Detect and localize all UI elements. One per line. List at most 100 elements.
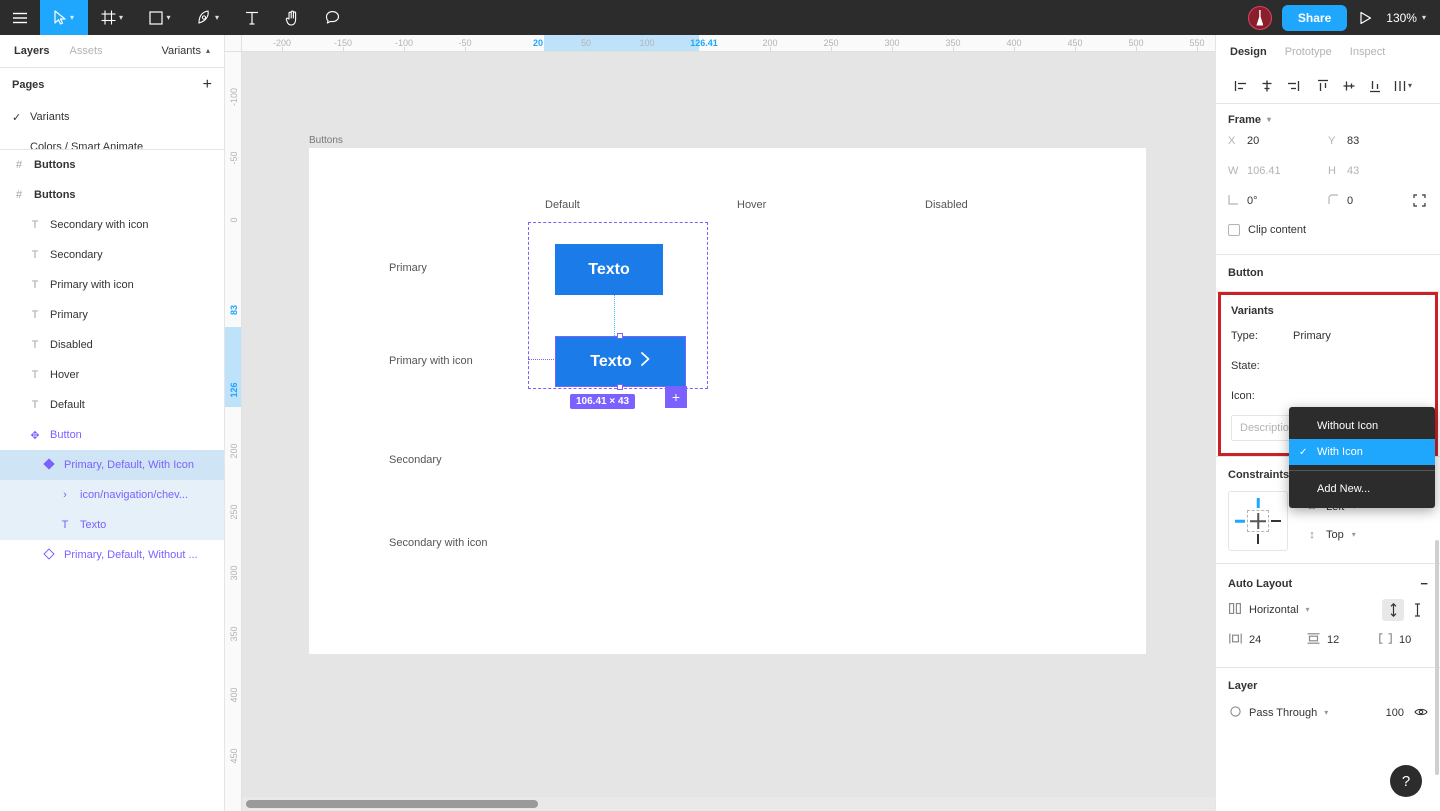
- variants-page-selector[interactable]: Variants ▴: [161, 45, 210, 57]
- layer-label: Secondary with icon: [50, 219, 149, 231]
- distribute-icon[interactable]: ▾: [1388, 73, 1418, 99]
- align-right-icon[interactable]: [1280, 73, 1306, 99]
- add-page-button[interactable]: +: [203, 77, 212, 93]
- layer-label: Button: [50, 429, 82, 441]
- layer-row-icon-navigation-chevron[interactable]: › icon/navigation/chev...: [0, 480, 224, 510]
- share-button[interactable]: Share: [1281, 4, 1348, 31]
- frame-tool[interactable]: ▾: [88, 0, 136, 35]
- text-tool[interactable]: [232, 0, 272, 35]
- page-item-variants[interactable]: ✓ Variants: [0, 102, 224, 132]
- clip-content-checkbox[interactable]: [1228, 224, 1240, 236]
- user-avatar[interactable]: [1247, 5, 1272, 30]
- auto-layout-spacing-row: 24 12 10: [1228, 625, 1428, 655]
- layer-row-texto[interactable]: T Texto: [0, 510, 224, 540]
- align-vertical-center-icon[interactable]: [1336, 73, 1362, 99]
- blend-mode-select[interactable]: Pass Through ▾: [1228, 706, 1328, 720]
- resize-handle-bottom[interactable]: [617, 384, 623, 390]
- align-left-icon[interactable]: [1228, 73, 1254, 99]
- layer-row-secondary[interactable]: T Secondary: [0, 240, 224, 270]
- layer-row-default[interactable]: T Default: [0, 390, 224, 420]
- y-field[interactable]: Y 83: [1328, 126, 1428, 156]
- clip-content-row[interactable]: Clip content: [1228, 216, 1428, 244]
- auto-layout-direction-select[interactable]: Horizontal ▾: [1228, 603, 1310, 617]
- present-button[interactable]: [1359, 11, 1372, 25]
- canvas-area[interactable]: Buttons Default Hover Disabled Primary P…: [225, 35, 1215, 811]
- pen-tool[interactable]: ▾: [184, 0, 232, 35]
- variant-icon-dropdown-menu[interactable]: Without Icon ✓ With Icon Add New...: [1289, 407, 1435, 508]
- buttons-frame[interactable]: Default Hover Disabled Primary Primary w…: [309, 148, 1146, 654]
- align-horizontal-center-icon[interactable]: [1254, 73, 1280, 99]
- layer-row-button-component-set[interactable]: ✥ Button: [0, 420, 224, 450]
- opacity-field[interactable]: 100: [1386, 707, 1428, 720]
- independent-corners-icon[interactable]: [1413, 194, 1426, 210]
- canvas-horizontal-scrollbar[interactable]: [242, 797, 1215, 811]
- resize-handle-top[interactable]: [617, 333, 623, 339]
- text-baseline-icon[interactable]: [1406, 599, 1428, 621]
- layer-row-secondary-with-icon[interactable]: T Secondary with icon: [0, 210, 224, 240]
- layer-row-buttons-1[interactable]: # Buttons: [0, 150, 224, 180]
- rotation-icon: [1228, 194, 1240, 208]
- shape-tool[interactable]: ▾: [136, 0, 184, 35]
- padding-vertical-field[interactable]: 12: [1306, 633, 1378, 647]
- visibility-eye-icon[interactable]: [1414, 707, 1428, 720]
- dropdown-item-with-icon[interactable]: ✓ With Icon: [1289, 439, 1435, 465]
- zoom-level-control[interactable]: 130% ▾: [1386, 11, 1426, 25]
- layer-row-primary-default-without-icon[interactable]: Primary, Default, Without ...: [0, 540, 224, 570]
- ruler-vertical[interactable]: -100 -50 0 83 126 200 250 300 350 400 45…: [225, 52, 242, 811]
- hamburger-menu-icon[interactable]: [0, 0, 40, 35]
- right-panel-scrollbar[interactable]: [1435, 540, 1439, 775]
- align-bottom-icon[interactable]: [1362, 73, 1388, 99]
- align-top-icon[interactable]: [1310, 73, 1336, 99]
- ruler-v-tick: 300: [229, 565, 239, 581]
- vertical-resize-icon[interactable]: [1382, 599, 1404, 621]
- vertical-padding-icon: [1306, 633, 1320, 647]
- tab-assets[interactable]: Assets: [69, 45, 102, 57]
- remove-auto-layout-button[interactable]: −: [1420, 576, 1428, 591]
- move-tool[interactable]: ▾: [40, 0, 88, 35]
- height-field[interactable]: H 43: [1328, 156, 1428, 186]
- padding-horizontal-field[interactable]: 24: [1228, 633, 1306, 647]
- layer-row-buttons-2[interactable]: # Buttons: [0, 180, 224, 210]
- x-field[interactable]: X 20: [1228, 126, 1328, 156]
- y-value: 83: [1347, 135, 1360, 147]
- tab-prototype[interactable]: Prototype: [1285, 46, 1332, 58]
- item-spacing-field[interactable]: 10: [1378, 633, 1411, 647]
- tab-inspect[interactable]: Inspect: [1350, 46, 1385, 58]
- rotation-field[interactable]: 0°: [1228, 186, 1328, 216]
- constraint-left-indicator: [1235, 519, 1245, 523]
- layer-row-primary-default-with-icon[interactable]: Primary, Default, With Icon: [0, 450, 224, 480]
- layer-row-disabled[interactable]: T Disabled: [0, 330, 224, 360]
- ruler-h-tick-selected-start: 20: [532, 38, 544, 48]
- frame-name-label[interactable]: Buttons: [309, 135, 343, 146]
- button-primary-default[interactable]: Texto: [555, 244, 663, 295]
- tab-layers[interactable]: Layers: [14, 45, 49, 57]
- variant-diamond-hollow-icon: [42, 548, 56, 561]
- layer-label: Texto: [80, 519, 107, 531]
- padding-horizontal-value: 24: [1249, 634, 1262, 646]
- dropdown-item-without-icon[interactable]: Without Icon: [1289, 413, 1435, 439]
- w-label: W: [1228, 165, 1239, 177]
- add-variant-button[interactable]: +: [665, 386, 687, 408]
- scrollbar-thumb[interactable]: [246, 800, 538, 808]
- width-field[interactable]: W 106.41: [1228, 156, 1328, 186]
- chevron-down-icon: ▾: [1305, 605, 1310, 614]
- constraint-vertical-select[interactable]: ↕ Top ▾: [1306, 521, 1356, 549]
- dropdown-item-add-new[interactable]: Add New...: [1289, 476, 1435, 502]
- variant-property-type[interactable]: Type: Primary: [1231, 321, 1425, 351]
- x-value: 20: [1247, 135, 1260, 147]
- layer-row-primary[interactable]: T Primary: [0, 300, 224, 330]
- hand-tool[interactable]: [272, 0, 312, 35]
- help-button[interactable]: ?: [1390, 765, 1422, 797]
- auto-layout-direction-value: Horizontal: [1249, 604, 1299, 616]
- right-panel-tabs: Design Prototype Inspect: [1216, 35, 1440, 68]
- comment-tool[interactable]: [312, 0, 352, 35]
- layer-row-hover[interactable]: T Hover: [0, 360, 224, 390]
- layer-row-primary-with-icon[interactable]: T Primary with icon: [0, 270, 224, 300]
- constraints-widget[interactable]: [1228, 491, 1288, 551]
- page-item-colors-smart-animate[interactable]: Colors / Smart Animate: [0, 132, 224, 149]
- tab-design[interactable]: Design: [1230, 46, 1267, 58]
- ruler-horizontal[interactable]: -200 -150 -100 -50 20 50 100 126.41 200 …: [242, 35, 1215, 52]
- frame-section-title[interactable]: Frame ▾: [1228, 114, 1428, 126]
- variant-property-state[interactable]: State: Default: [1231, 351, 1425, 381]
- chevron-up-icon: ▴: [205, 46, 210, 55]
